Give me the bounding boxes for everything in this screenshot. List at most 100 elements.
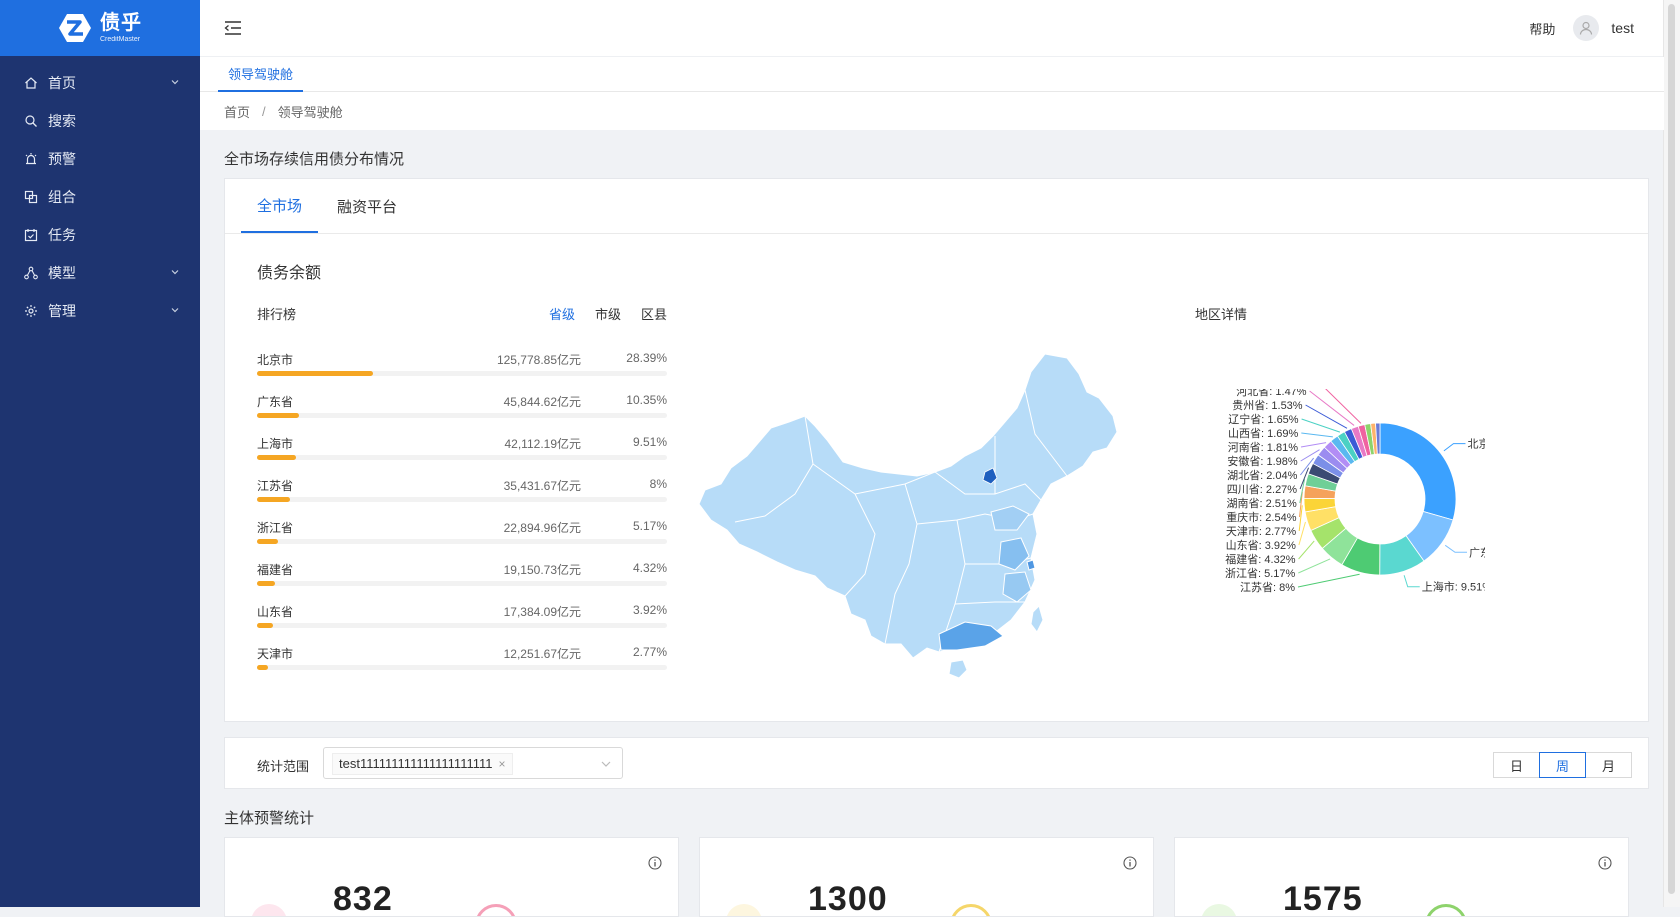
scope-select[interactable]: test111111111111111111111 × — [323, 747, 623, 779]
page-tab-cockpit[interactable]: 领导驾驶舱 — [218, 57, 304, 92]
donut-label: 山西省: 1.69% — [1228, 427, 1299, 440]
close-icon[interactable]: × — [499, 754, 506, 774]
sidebar-item-manage[interactable]: 管理 — [0, 292, 200, 330]
rank-percent: 28.39% — [626, 351, 667, 365]
rank-name: 上海市 — [257, 437, 294, 451]
info-icon[interactable] — [648, 856, 662, 870]
menu-fold-icon[interactable] — [224, 20, 242, 36]
sidebar-item-label: 任务 — [48, 227, 76, 243]
help-link[interactable]: 帮助 — [1529, 19, 1555, 38]
avatar[interactable] — [1573, 15, 1600, 41]
sidebar-nav: 首页 搜索 预警 组合 任务 模型 管理 — [0, 64, 200, 330]
level-city[interactable]: 市级 — [595, 304, 621, 323]
debt-balance-title: 债务余额 — [257, 265, 322, 282]
stat-card[interactable]: 1575 — [1174, 837, 1629, 917]
ranking-row[interactable]: 江苏省 35,431.67亿元 8% — [257, 475, 667, 517]
sidebar: 债乎 CreditMaster 首页 搜索 预警 组合 任务 模型 管理 — [0, 0, 200, 907]
donut-label: 河南省: 1.81% — [1228, 441, 1299, 454]
rank-name: 山东省 — [257, 605, 294, 619]
period-month-button[interactable]: 月 — [1585, 752, 1632, 778]
sidebar-item-home[interactable]: 首页 — [0, 64, 200, 102]
tab-financing-platform[interactable]: 融资平台 — [337, 179, 397, 233]
distribution-card: 全市场 融资平台 债务余额 排行榜 省级 市级 区县 北京市 125,778.8… — [224, 178, 1649, 722]
ranking-row[interactable]: 天津市 12,251.67亿元 2.77% — [257, 643, 667, 685]
ranking-row[interactable]: 上海市 42,112.19亿元 9.51% — [257, 433, 667, 475]
china-map[interactable] — [695, 344, 1165, 694]
selected-tag: test111111111111111111111 × — [332, 753, 513, 775]
sidebar-item-search[interactable]: 搜索 — [0, 102, 200, 140]
rank-amount: 22,894.96亿元 — [503, 521, 581, 535]
donut-label-line — [1298, 558, 1331, 574]
rank-amount: 35,431.67亿元 — [503, 479, 581, 493]
brand-logo[interactable]: 债乎 CreditMaster — [0, 0, 200, 56]
info-icon[interactable] — [1123, 856, 1137, 870]
sidebar-item-label: 搜索 — [48, 113, 76, 129]
period-day-button[interactable]: 日 — [1493, 752, 1540, 778]
ranking-row[interactable]: 北京市 125,778.85亿元 28.39% — [257, 349, 667, 391]
period-switch: 日 周 月 — [1493, 752, 1632, 778]
level-county[interactable]: 区县 — [641, 304, 667, 323]
sidebar-item-alert[interactable]: 预警 — [0, 140, 200, 178]
rank-amount: 19,150.73亿元 — [503, 563, 581, 577]
header-actions: 帮助 test — [1529, 0, 1634, 56]
vertical-scrollbar[interactable] — [1663, 0, 1680, 907]
rank-amount: 17,384.09亿元 — [503, 605, 581, 619]
donut-label: 重庆市: 2.54% — [1226, 510, 1297, 524]
map-region-mainland[interactable] — [698, 353, 1118, 659]
region-donut-chart[interactable]: 北京市: 28.39% 广东省: 10.35% 上海市: 9.51% 江苏省: 8%浙… — [1145, 389, 1485, 629]
rank-bar-fill — [257, 371, 374, 376]
info-icon[interactable] — [1598, 856, 1612, 870]
donut-label: 山东省: 3.92% — [1226, 539, 1297, 552]
scrollbar-thumb[interactable] — [1668, 4, 1675, 894]
home-icon — [24, 76, 38, 90]
donut-slice[interactable] — [1379, 422, 1457, 521]
donut-label: 北京市: 28.39% — [1467, 437, 1485, 451]
rank-name: 天津市 — [257, 647, 294, 661]
rank-percent: 4.32% — [632, 561, 667, 575]
map-region-shanghai[interactable] — [1026, 559, 1036, 571]
tag-text: test111111111111111111111 — [339, 756, 493, 771]
sidebar-item-label: 首页 — [48, 75, 76, 91]
donut-label-line — [1305, 404, 1348, 429]
rank-bar-track — [257, 413, 667, 418]
ranking-row[interactable]: 广东省 45,844.62亿元 10.35% — [257, 391, 667, 433]
cluster-icon — [24, 266, 38, 280]
sidebar-item-model[interactable]: 模型 — [0, 254, 200, 292]
ranking-row[interactable]: 山东省 17,384.09亿元 3.92% — [257, 601, 667, 643]
donut-label: 河北省: 1.47% — [1236, 389, 1307, 398]
breadcrumb: 首页 / 领导驾驶舱 — [200, 92, 1664, 130]
period-week-button[interactable]: 周 — [1539, 752, 1586, 778]
stat-decor-left — [726, 904, 762, 916]
donut-label: 福建省: 4.32% — [1225, 552, 1296, 566]
stat-decor-left — [1201, 904, 1237, 916]
stat-gauge — [475, 904, 517, 916]
sidebar-item-portfolio[interactable]: 组合 — [0, 178, 200, 216]
stat-card[interactable]: 1300 — [699, 837, 1154, 917]
stat-card[interactable]: 832 — [224, 837, 679, 917]
rank-name: 福建省 — [257, 563, 294, 577]
logo-icon — [59, 14, 91, 42]
ranking-row[interactable]: 福建省 19,150.73亿元 4.32% — [257, 559, 667, 601]
rank-bar-fill — [257, 413, 300, 418]
rank-bar-track — [257, 371, 667, 376]
donut-label-line — [1443, 443, 1466, 452]
stat-value: 1300 — [808, 880, 888, 917]
rank-percent: 10.35% — [626, 393, 667, 407]
level-switch: 省级 市级 区县 — [549, 304, 667, 323]
map-region-hainan[interactable] — [948, 659, 968, 679]
ranking-row[interactable]: 浙江省 22,894.96亿元 5.17% — [257, 517, 667, 559]
chevron-down-icon[interactable] — [600, 758, 612, 770]
tab-all-market[interactable]: 全市场 — [241, 179, 319, 233]
username[interactable]: test — [1611, 20, 1634, 36]
map-region-taiwan[interactable] — [1030, 605, 1044, 633]
rank-percent: 2.77% — [632, 645, 667, 659]
chevron-down-icon — [171, 270, 179, 275]
brand-name: 债乎 — [100, 12, 142, 34]
sidebar-item-task[interactable]: 任务 — [0, 216, 200, 254]
ranking-title: 排行榜 — [257, 307, 297, 322]
level-province[interactable]: 省级 — [549, 304, 575, 323]
rank-amount: 45,844.62亿元 — [503, 395, 581, 409]
breadcrumb-home[interactable]: 首页 — [224, 102, 250, 121]
donut-label-line — [1297, 573, 1360, 588]
sidebar-item-label: 管理 — [48, 303, 76, 319]
